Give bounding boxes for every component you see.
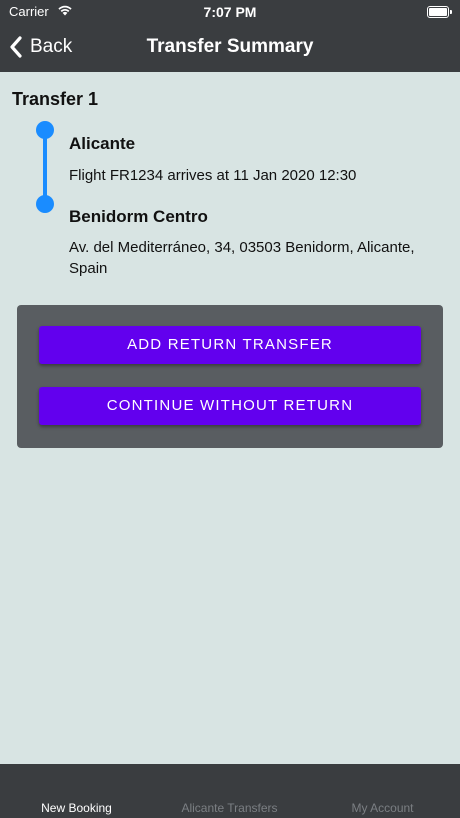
transfer-heading: Transfer 1 xyxy=(12,89,99,109)
tab-new-booking[interactable]: New Booking xyxy=(0,801,153,815)
add-return-transfer-button[interactable]: ADD RETURN TRANSFER xyxy=(39,326,421,364)
page-title: Transfer Summary xyxy=(146,36,314,57)
status-bar: Carrier 7:07 PM xyxy=(0,0,460,24)
tab-alicante-transfers[interactable]: Alicante Transfers xyxy=(153,801,306,815)
tab-my-account[interactable]: My Account xyxy=(306,801,459,815)
pickup-name: Alicante xyxy=(69,134,136,153)
action-card: ADD RETURN TRANSFER CONTINUE WITHOUT RET… xyxy=(17,305,443,448)
route-line xyxy=(43,130,47,204)
navigation-bar: Back Transfer Summary xyxy=(0,24,460,72)
pickup-dot-icon xyxy=(36,121,54,139)
top-bar: Carrier 7:07 PM Back Transfer Summary xyxy=(0,0,460,72)
battery-icon xyxy=(427,6,453,18)
dropoff-address: Av. del Mediterráneo, 34, 03503 Benidorm… xyxy=(69,239,415,277)
tab-bar: New Booking Alicante Transfers My Accoun… xyxy=(0,764,460,818)
dropoff-name: Benidorm Centro xyxy=(69,207,208,226)
pickup-detail: Flight FR1234 arrives at 11 Jan 2020 12:… xyxy=(69,167,357,184)
dropoff-dot-icon xyxy=(36,195,54,213)
continue-without-return-button[interactable]: CONTINUE WITHOUT RETURN xyxy=(39,387,421,425)
status-time: 7:07 PM xyxy=(203,4,257,20)
route-timeline xyxy=(36,121,54,213)
